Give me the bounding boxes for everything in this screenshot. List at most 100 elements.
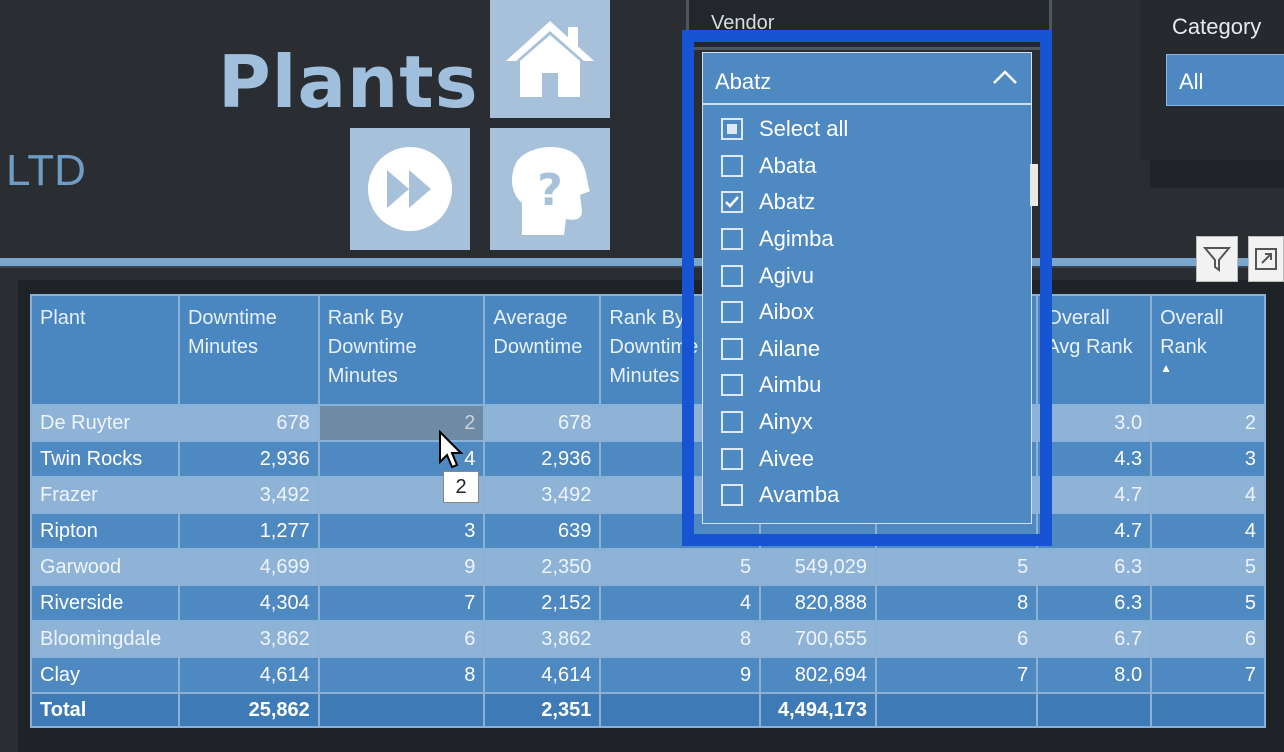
vendor-option[interactable]: Abatz	[703, 184, 1031, 221]
table-cell[interactable]: 7	[874, 656, 1039, 694]
vendor-option-list: Select all Abata Abatz Agimba Agivu Aibox Aila…	[703, 111, 1031, 514]
table-cell[interactable]: 4	[599, 584, 762, 622]
column-header-plant[interactable]: Plant	[30, 294, 180, 406]
table-cell[interactable]: 5	[599, 548, 762, 586]
filter-button[interactable]	[1196, 236, 1238, 282]
plant-name-cell[interactable]: Clay	[30, 656, 180, 694]
vendor-option[interactable]: Ailane	[703, 331, 1031, 368]
table-cell[interactable]: 2,350	[483, 548, 602, 586]
checkbox-icon[interactable]	[721, 337, 743, 360]
table-cell[interactable]: 5	[1150, 584, 1266, 622]
table-cell[interactable]: 4,304	[177, 584, 320, 622]
table-cell[interactable]: 9	[317, 548, 486, 586]
vendor-option[interactable]: Aivee	[703, 440, 1031, 477]
plant-name-cell[interactable]: Garwood	[30, 548, 180, 586]
table-cell[interactable]: 3	[317, 512, 486, 550]
table-cell[interactable]: 8	[317, 656, 486, 694]
checkbox-icon[interactable]	[721, 118, 743, 141]
table-cell[interactable]: 4,614	[483, 656, 602, 694]
category-slicer-shadow	[1150, 160, 1284, 188]
table-cell[interactable]: 6.3	[1036, 548, 1153, 586]
focus-mode-button[interactable]	[1248, 236, 1284, 282]
svg-text:?: ?	[537, 165, 563, 216]
table-cell[interactable]: 700,655	[759, 620, 877, 658]
column-header-downtime-minutes[interactable]: Downtime Minutes	[177, 294, 320, 406]
table-cell[interactable]: 549,029	[759, 548, 877, 586]
help-head-icon: ?	[512, 146, 590, 235]
vendor-option-label: Aivee	[759, 445, 815, 471]
table-cell[interactable]: 4	[1150, 512, 1266, 550]
plant-name-cell[interactable]: Twin Rocks	[30, 440, 180, 478]
dropdown-scrollbar[interactable]	[1030, 164, 1038, 206]
table-cell[interactable]: 3,492	[483, 476, 602, 514]
checkbox-icon[interactable]	[721, 228, 743, 251]
vendor-option[interactable]: Select all	[703, 111, 1031, 148]
checkbox-icon[interactable]	[721, 154, 743, 177]
table-cell[interactable]: 639	[483, 512, 602, 550]
forward-button[interactable]	[350, 128, 470, 250]
vendor-dropdown[interactable]: Abatz Select all Abata Abatz Agimba Agivu Aib…	[702, 52, 1032, 524]
table-cell[interactable]: 8	[599, 620, 762, 658]
table-cell[interactable]: 678	[177, 404, 320, 442]
checkbox-checked-icon[interactable]	[721, 191, 743, 214]
table-cell[interactable]: 8.0	[1036, 656, 1153, 694]
table-cell[interactable]: 4	[1150, 476, 1266, 514]
plant-name-cell[interactable]: Riverside	[30, 584, 180, 622]
vendor-option[interactable]: Agimba	[703, 221, 1031, 258]
table-cell[interactable]: 6	[874, 620, 1039, 658]
help-button[interactable]: ?	[490, 128, 610, 250]
vendor-option[interactable]: Agivu	[703, 257, 1031, 294]
home-button[interactable]	[490, 0, 610, 118]
table-cell[interactable]: 3,862	[483, 620, 602, 658]
plant-name-cell[interactable]: Ripton	[30, 512, 180, 550]
table-cell[interactable]: 7	[317, 584, 486, 622]
table-cell[interactable]: 4.7	[1036, 512, 1153, 550]
column-header-average-downtime[interactable]: Average Downtime	[483, 294, 602, 406]
checkbox-icon[interactable]	[721, 447, 743, 470]
column-header-overall-avg-rank[interactable]: Overall Avg Rank	[1036, 294, 1153, 406]
table-cell[interactable]: 2	[1150, 404, 1266, 442]
table-cell[interactable]: 6.3	[1036, 584, 1153, 622]
vendor-option[interactable]: Aibox	[703, 294, 1031, 331]
vendor-option[interactable]: Avamba	[703, 477, 1031, 514]
checkbox-icon[interactable]	[721, 264, 743, 287]
vendor-option[interactable]: Abata	[703, 148, 1031, 185]
column-header-overall-rank[interactable]: Overall Rank ▲	[1150, 294, 1266, 406]
table-cell[interactable]: 5	[874, 548, 1039, 586]
vendor-option[interactable]: Aimbu	[703, 367, 1031, 404]
table-cell[interactable]: 3,492	[177, 476, 320, 514]
table-cell[interactable]: 8	[874, 584, 1039, 622]
table-cell[interactable]: 2,936	[483, 440, 602, 478]
plant-name-cell[interactable]: Frazer	[30, 476, 180, 514]
plant-name-cell[interactable]: De Ruyter	[30, 404, 180, 442]
table-cell[interactable]: 3.0	[1036, 404, 1153, 442]
table-cell[interactable]: 3,862	[177, 620, 320, 658]
plant-name-cell[interactable]: Bloomingdale	[30, 620, 180, 658]
table-cell[interactable]: 4.3	[1036, 440, 1153, 478]
column-header-rank-downtime[interactable]: Rank By Downtime Minutes	[317, 294, 486, 406]
table-cell[interactable]: 2,936	[177, 440, 320, 478]
table-cell[interactable]: 820,888	[759, 584, 877, 622]
checkbox-icon[interactable]	[721, 484, 743, 507]
checkbox-icon[interactable]	[721, 374, 743, 397]
vendor-dropdown-toggle[interactable]: Abatz	[703, 53, 1031, 105]
table-cell[interactable]: 9	[599, 656, 762, 694]
table-cell[interactable]: 6	[317, 620, 486, 658]
table-cell[interactable]: 4.7	[1036, 476, 1153, 514]
table-cell[interactable]: 4,614	[177, 656, 320, 694]
checkbox-icon[interactable]	[721, 411, 743, 434]
table-cell[interactable]: 6	[1150, 620, 1266, 658]
table-cell[interactable]: 678	[483, 404, 602, 442]
table-cell[interactable]: 5	[1150, 548, 1266, 586]
table-cell[interactable]: 2,152	[483, 584, 602, 622]
vendor-option[interactable]: Ainyx	[703, 404, 1031, 441]
total-cell	[874, 692, 1039, 728]
table-cell[interactable]: 6.7	[1036, 620, 1153, 658]
table-cell[interactable]: 7	[1150, 656, 1266, 694]
table-cell[interactable]: 4,699	[177, 548, 320, 586]
category-dropdown[interactable]: All	[1166, 54, 1284, 106]
table-cell[interactable]: 1,277	[177, 512, 320, 550]
checkbox-icon[interactable]	[721, 301, 743, 324]
table-cell[interactable]: 802,694	[759, 656, 877, 694]
table-cell[interactable]: 3	[1150, 440, 1266, 478]
